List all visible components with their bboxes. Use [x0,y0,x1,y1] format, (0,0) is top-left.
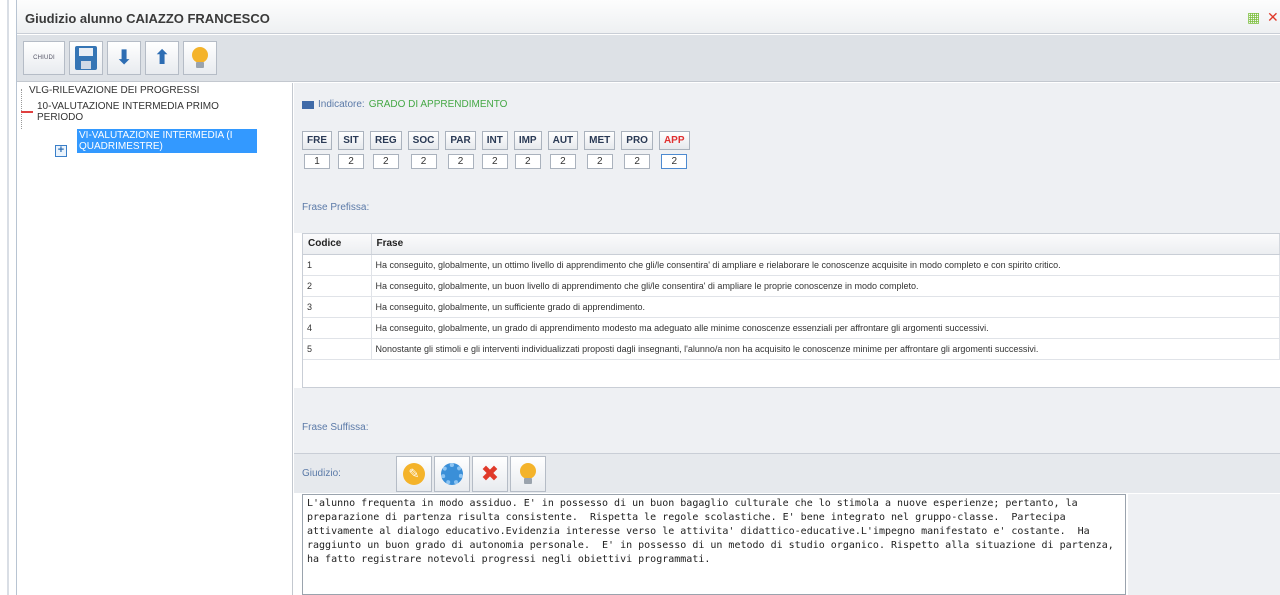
close-button[interactable]: CHIUDI [23,41,65,75]
code-button[interactable]: SIT [338,131,364,150]
code-value-field[interactable]: 2 [586,154,613,169]
cell-codice: 3 [303,296,372,318]
code-value-field[interactable]: 2 [410,154,437,169]
cell-codice: 4 [303,317,372,339]
close-button-label: CHIUDI [33,55,55,61]
table-row[interactable]: 2 Ha conseguito, globalmente, un buon liv… [303,275,1280,297]
generate-button[interactable] [434,456,470,492]
indicator-code-aut: AUT 2 [547,131,579,169]
move-up-button[interactable]: ⬆ [145,41,179,75]
cell-frase: Ha conseguito, globalmente, un sufficien… [371,296,1280,318]
indicator-code-met: MET 2 [584,131,616,169]
table-row[interactable]: 4 Ha conseguito, globalmente, un grado di… [303,317,1280,339]
tree-node-selected[interactable]: VI-VALUTAZIONE INTERMEDIA (I QUADRIMESTR… [77,129,257,153]
giudizio-label: Giudizio: [302,468,341,479]
arrow-up-icon: ⬆ [153,47,171,69]
indicator-code-app: APP 2 [658,131,690,169]
indicator-label: Indicatore: [318,99,365,110]
indicator-code-pro: PRO 2 [621,131,653,169]
giudizio-toolbar: Giudizio: ✎ ✖ [294,453,1280,493]
cell-codice: 1 [303,254,372,276]
indicator-value: GRADO DI APPRENDIMENTO [368,99,508,110]
indicator-code-soc: SOC 2 [407,131,440,169]
bulb-icon [192,47,208,69]
code-button[interactable]: INT [481,131,508,150]
code-value-field[interactable]: 2 [372,154,399,169]
tree-panel: VLG-RILEVAZIONE DEI PROGRESSI 10-VALUTAZ… [17,83,293,595]
giudizio-textarea[interactable]: L'alunno frequenta in modo assiduo. E' i… [302,494,1126,595]
code-value-field[interactable]: 2 [447,154,474,169]
table-row[interactable]: 5 Nonostante gli stimoli e gli interventi… [303,338,1280,360]
col-header-codice[interactable]: Codice [303,234,372,255]
indicator-flag-icon [302,100,314,109]
frase-suffissa-section: Frase Suffissa: [294,388,1280,453]
code-button[interactable]: APP [658,131,690,150]
code-button[interactable]: MET [584,131,616,150]
table-row[interactable]: 1 Ha conseguito, globalmente, un ottimo l… [303,254,1280,276]
giudizio-side-area [1128,494,1280,595]
indicator-section: Indicatore: GRADO DI APPRENDIMENTO FRE 1 S… [294,83,1280,183]
arrow-down-icon: ⬇ [115,47,133,69]
cell-frase: Ha conseguito, globalmente, un ottimo li… [371,254,1280,276]
window-title: Giudizio alunno CAIAZZO FRANCESCO [25,11,270,26]
indicator-code-fre: FRE 1 [302,131,332,169]
frase-suffissa-label: Frase Suffissa: [302,422,369,433]
expand-icon[interactable]: + [55,145,67,157]
toolbar: CHIUDI ⬇ ⬆ [17,35,1280,82]
code-button[interactable]: PAR [445,131,476,150]
window-controls: ▦ ✕ [1247,10,1280,24]
code-value-field[interactable]: 2 [624,154,651,169]
code-value-field[interactable]: 2 [338,154,364,169]
code-value-field[interactable]: 2 [481,154,508,169]
collapse-icon[interactable] [21,111,33,113]
indicator-code-int: INT 2 [481,131,508,169]
tree-guide [21,89,22,129]
phrase-table: Codice Frase 1 Ha conseguito, globalmente… [302,233,1280,388]
table-row[interactable]: 3 Ha conseguito, globalmente, un sufficie… [303,296,1280,318]
delete-icon: ✖ [480,461,500,486]
outer-frame-rule [7,0,9,595]
tree-node-root[interactable]: VLG-RILEVAZIONE DEI PROGRESSI [29,85,199,96]
hint-button[interactable] [183,41,217,75]
move-down-button[interactable]: ⬇ [107,41,141,75]
code-button[interactable]: PRO [621,131,653,150]
cell-frase: Ha conseguito, globalmente, un grado di … [371,317,1280,339]
indicator-code-sit: SIT 2 [338,131,364,169]
indicator-header: Indicatore: GRADO DI APPRENDIMENTO [302,99,507,110]
save-button[interactable] [69,41,103,75]
hint-giudizio-button[interactable] [510,456,546,492]
code-button[interactable]: SOC [407,131,440,150]
code-button[interactable]: FRE [302,131,332,150]
frase-prefissa-section: Frase Prefissa: [294,183,1280,233]
code-button[interactable]: REG [370,131,402,150]
code-value-field[interactable]: 1 [304,154,330,169]
save-icon [75,46,97,70]
main-panel: Indicatore: GRADO DI APPRENDIMENTO FRE 1 S… [294,83,1280,595]
title-bar: Giudizio alunno CAIAZZO FRANCESCO ▦ ✕ [17,0,1280,34]
bulb-icon [520,463,536,485]
gear-icon [441,463,463,485]
indicator-code-par: PAR 2 [445,131,476,169]
indicator-code-imp: IMP 2 [513,131,542,169]
edit-button[interactable]: ✎ [396,456,432,492]
col-header-frase[interactable]: Frase [371,234,1280,255]
frase-prefissa-label: Frase Prefissa: [302,202,370,213]
tree-node-period[interactable]: 10-VALUTAZIONE INTERMEDIA PRIMO PERIODO [37,101,267,123]
indicator-code-reg: REG 2 [370,131,402,169]
code-button[interactable]: AUT [547,131,579,150]
code-value-field[interactable]: 2 [514,154,541,169]
cell-frase: Ha conseguito, globalmente, un buon live… [371,275,1280,297]
close-window-icon[interactable]: ✕ [1267,10,1280,24]
code-button[interactable]: IMP [513,131,542,150]
maximize-icon[interactable]: ▦ [1247,10,1261,24]
cell-codice: 2 [303,275,372,297]
indicator-codes: FRE 1 SIT 2 REG 2 SOC 2 PAR 2 INT 2 IMP 2 AUT 2 MET 2 PRO 2… [302,131,690,169]
code-value-field[interactable]: 2 [549,154,576,169]
delete-button[interactable]: ✖ [472,456,508,492]
cell-codice: 5 [303,338,372,360]
code-value-field[interactable]: 2 [661,154,688,169]
dialog-window: Giudizio alunno CAIAZZO FRANCESCO ▦ ✕ CH… [16,0,1280,595]
cell-frase: Nonostante gli stimoli e gli interventi … [371,338,1280,360]
pencil-icon: ✎ [403,463,425,485]
